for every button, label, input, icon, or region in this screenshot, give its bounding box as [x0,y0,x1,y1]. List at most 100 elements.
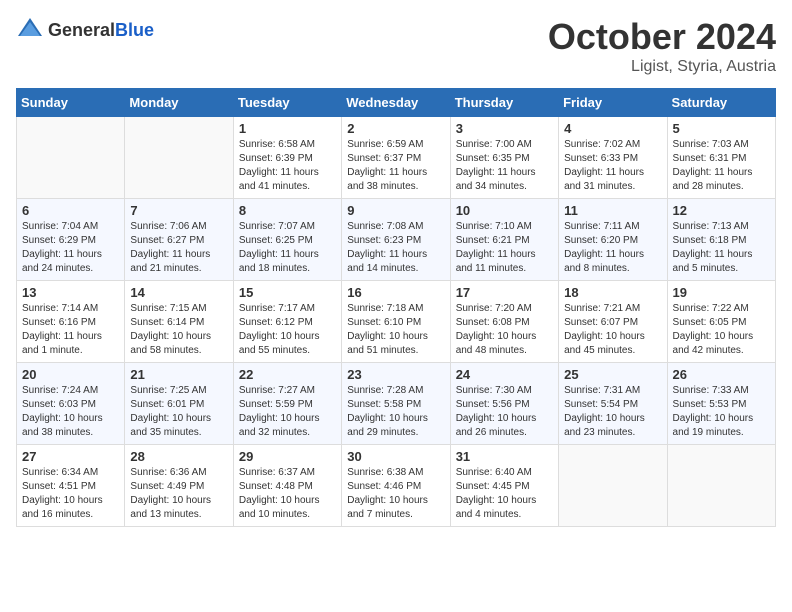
calendar-cell: 16 Sunrise: 7:18 AM Sunset: 6:10 PM Dayli… [342,281,450,363]
calendar-header-row: SundayMondayTuesdayWednesdayThursdayFrid… [17,89,776,117]
calendar-day-header: Monday [125,89,233,117]
calendar-cell: 23 Sunrise: 7:28 AM Sunset: 5:58 PM Dayli… [342,363,450,445]
calendar-week-row: 6Sunrise: 7:04 AM Sunset: 6:29 PM Daylig… [17,199,776,281]
cell-content: Sunrise: 7:17 AM Sunset: 6:12 PM Dayligh… [239,302,336,358]
day-number: 14 [130,285,227,300]
cell-content: Sunrise: 7:25 AM Sunset: 6:01 PM Dayligh… [130,384,227,440]
cell-content: Sunrise: 7:22 AM Sunset: 6:05 PM Dayligh… [673,302,770,358]
day-number: 17 [456,285,553,300]
day-number: 22 [239,367,336,382]
month-title: October 2024 [548,16,776,58]
calendar-day-header: Sunday [17,89,125,117]
cell-content: Sunrise: 7:28 AM Sunset: 5:58 PM Dayligh… [347,384,444,440]
day-number: 8 [239,203,336,218]
calendar-cell: 11 Sunrise: 7:11 AM Sunset: 6:20 PM Dayli… [559,199,667,281]
calendar-cell: 7 Sunrise: 7:06 AM Sunset: 6:27 PM Daylig… [125,199,233,281]
calendar-cell: 9Sunrise: 7:08 AM Sunset: 6:23 PM Daylig… [342,199,450,281]
calendar-cell: 21 Sunrise: 7:25 AM Sunset: 6:01 PM Dayli… [125,363,233,445]
day-number: 5 [673,121,770,136]
cell-content: Sunrise: 7:11 AM Sunset: 6:20 PM Dayligh… [564,220,661,276]
logo-icon [16,16,44,44]
calendar-cell: 31Sunrise: 6:40 AM Sunset: 4:45 PM Dayli… [450,445,558,527]
day-number: 15 [239,285,336,300]
cell-content: Sunrise: 6:58 AM Sunset: 6:39 PM Dayligh… [239,138,336,194]
cell-content: Sunrise: 6:38 AM Sunset: 4:46 PM Dayligh… [347,466,444,522]
cell-content: Sunrise: 7:18 AM Sunset: 6:10 PM Dayligh… [347,302,444,358]
day-number: 11 [564,203,661,218]
day-number: 20 [22,367,119,382]
calendar-cell: 14 Sunrise: 7:15 AM Sunset: 6:14 PM Dayli… [125,281,233,363]
calendar-cell: 28 Sunrise: 6:36 AM Sunset: 4:49 PM Dayli… [125,445,233,527]
cell-content: Sunrise: 7:10 AM Sunset: 6:21 PM Dayligh… [456,220,553,276]
day-number: 18 [564,285,661,300]
calendar-cell: 13Sunrise: 7:14 AM Sunset: 6:16 PM Dayli… [17,281,125,363]
cell-content: Sunrise: 6:36 AM Sunset: 4:49 PM Dayligh… [130,466,227,522]
cell-content: Sunrise: 7:27 AM Sunset: 5:59 PM Dayligh… [239,384,336,440]
day-number: 7 [130,203,227,218]
calendar-table: SundayMondayTuesdayWednesdayThursdayFrid… [16,88,776,527]
cell-content: Sunrise: 7:13 AM Sunset: 6:18 PM Dayligh… [673,220,770,276]
logo-text-general: General [48,20,115,40]
day-number: 21 [130,367,227,382]
cell-content: Sunrise: 7:33 AM Sunset: 5:53 PM Dayligh… [673,384,770,440]
day-number: 2 [347,121,444,136]
day-number: 12 [673,203,770,218]
calendar-week-row: 13Sunrise: 7:14 AM Sunset: 6:16 PM Dayli… [17,281,776,363]
calendar-day-header: Wednesday [342,89,450,117]
header: GeneralBlue October 2024 Ligist, Styria,… [16,16,776,76]
calendar-cell: 22 Sunrise: 7:27 AM Sunset: 5:59 PM Dayli… [233,363,341,445]
calendar-day-header: Friday [559,89,667,117]
calendar-cell [125,117,233,199]
cell-content: Sunrise: 7:15 AM Sunset: 6:14 PM Dayligh… [130,302,227,358]
calendar-cell: 1 Sunrise: 6:58 AM Sunset: 6:39 PM Daylig… [233,117,341,199]
calendar-cell: 26 Sunrise: 7:33 AM Sunset: 5:53 PM Dayli… [667,363,775,445]
calendar-cell: 5Sunrise: 7:03 AM Sunset: 6:31 PM Daylig… [667,117,775,199]
calendar-cell: 6Sunrise: 7:04 AM Sunset: 6:29 PM Daylig… [17,199,125,281]
calendar-cell: 12 Sunrise: 7:13 AM Sunset: 6:18 PM Dayli… [667,199,775,281]
calendar-week-row: 1 Sunrise: 6:58 AM Sunset: 6:39 PM Daylig… [17,117,776,199]
cell-content: Sunrise: 7:02 AM Sunset: 6:33 PM Dayligh… [564,138,661,194]
calendar-week-row: 20 Sunrise: 7:24 AM Sunset: 6:03 PM Dayli… [17,363,776,445]
cell-content: Sunrise: 7:24 AM Sunset: 6:03 PM Dayligh… [22,384,119,440]
cell-content: Sunrise: 6:59 AM Sunset: 6:37 PM Dayligh… [347,138,444,194]
day-number: 30 [347,449,444,464]
calendar-cell: 2 Sunrise: 6:59 AM Sunset: 6:37 PM Daylig… [342,117,450,199]
cell-content: Sunrise: 7:08 AM Sunset: 6:23 PM Dayligh… [347,220,444,276]
day-number: 10 [456,203,553,218]
day-number: 16 [347,285,444,300]
calendar-cell [17,117,125,199]
day-number: 4 [564,121,661,136]
calendar-cell: 19 Sunrise: 7:22 AM Sunset: 6:05 PM Dayli… [667,281,775,363]
calendar-cell: 3Sunrise: 7:00 AM Sunset: 6:35 PM Daylig… [450,117,558,199]
cell-content: Sunrise: 7:20 AM Sunset: 6:08 PM Dayligh… [456,302,553,358]
calendar-cell: 4 Sunrise: 7:02 AM Sunset: 6:33 PM Daylig… [559,117,667,199]
calendar-day-header: Saturday [667,89,775,117]
logo-text-blue: Blue [115,20,154,40]
cell-content: Sunrise: 7:04 AM Sunset: 6:29 PM Dayligh… [22,220,119,276]
calendar-cell: 8 Sunrise: 7:07 AM Sunset: 6:25 PM Daylig… [233,199,341,281]
day-number: 19 [673,285,770,300]
cell-content: Sunrise: 7:06 AM Sunset: 6:27 PM Dayligh… [130,220,227,276]
calendar-day-header: Tuesday [233,89,341,117]
calendar-cell [667,445,775,527]
logo: GeneralBlue [16,16,154,44]
day-number: 28 [130,449,227,464]
cell-content: Sunrise: 7:00 AM Sunset: 6:35 PM Dayligh… [456,138,553,194]
day-number: 26 [673,367,770,382]
calendar-week-row: 27Sunrise: 6:34 AM Sunset: 4:51 PM Dayli… [17,445,776,527]
calendar-cell: 30 Sunrise: 6:38 AM Sunset: 4:46 PM Dayli… [342,445,450,527]
calendar-cell: 20 Sunrise: 7:24 AM Sunset: 6:03 PM Dayli… [17,363,125,445]
cell-content: Sunrise: 6:34 AM Sunset: 4:51 PM Dayligh… [22,466,119,522]
calendar-cell: 18Sunrise: 7:21 AM Sunset: 6:07 PM Dayli… [559,281,667,363]
day-number: 23 [347,367,444,382]
cell-content: Sunrise: 6:37 AM Sunset: 4:48 PM Dayligh… [239,466,336,522]
day-number: 25 [564,367,661,382]
day-number: 1 [239,121,336,136]
calendar-cell: 17 Sunrise: 7:20 AM Sunset: 6:08 PM Dayli… [450,281,558,363]
cell-content: Sunrise: 6:40 AM Sunset: 4:45 PM Dayligh… [456,466,553,522]
day-number: 29 [239,449,336,464]
calendar-cell: 15 Sunrise: 7:17 AM Sunset: 6:12 PM Dayli… [233,281,341,363]
calendar-cell: 29 Sunrise: 6:37 AM Sunset: 4:48 PM Dayli… [233,445,341,527]
calendar-day-header: Thursday [450,89,558,117]
cell-content: Sunrise: 7:07 AM Sunset: 6:25 PM Dayligh… [239,220,336,276]
